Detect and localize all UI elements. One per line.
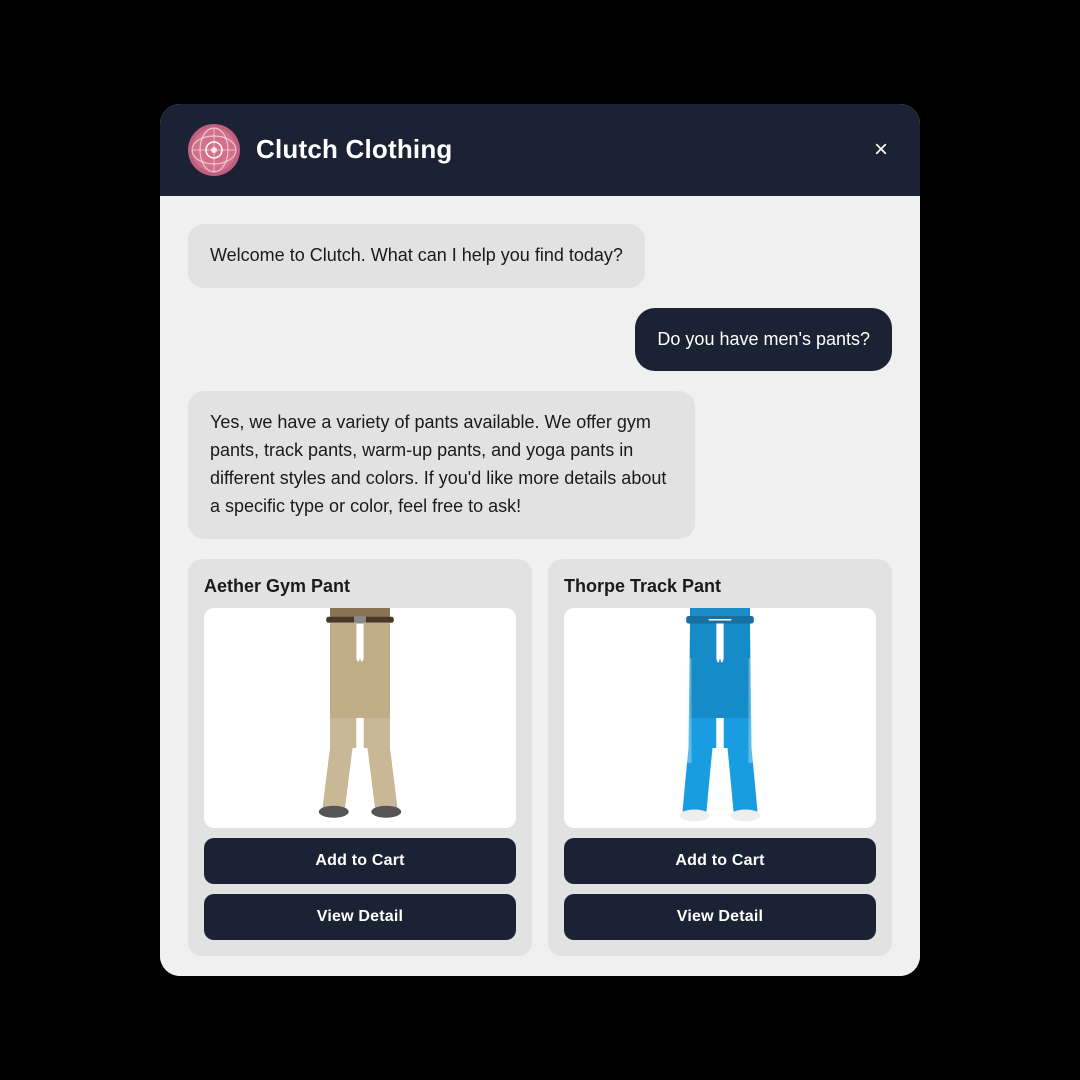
add-to-cart-aether[interactable]: Add to Cart xyxy=(204,838,516,884)
chat-header: Clutch Clothing × xyxy=(160,104,920,196)
chat-window: Clutch Clothing × Welcome to Clutch. Wha… xyxy=(160,104,920,977)
header-left: Clutch Clothing xyxy=(188,124,453,176)
product-image-aether xyxy=(204,608,516,828)
chat-body: Welcome to Clutch. What can I help you f… xyxy=(160,196,920,977)
view-detail-aether[interactable]: View Detail xyxy=(204,894,516,940)
product-image-thorpe xyxy=(564,608,876,828)
product-name-aether: Aether Gym Pant xyxy=(204,575,516,598)
product-card-thorpe: Thorpe Track Pant xyxy=(548,559,892,956)
close-button[interactable]: × xyxy=(870,134,892,166)
bot-message-welcome: Welcome to Clutch. What can I help you f… xyxy=(188,224,645,288)
brand-logo xyxy=(188,124,240,176)
add-to-cart-thorpe[interactable]: Add to Cart xyxy=(564,838,876,884)
products-row: Aether Gym Pant xyxy=(188,559,892,956)
brand-name: Clutch Clothing xyxy=(256,134,453,165)
user-message-query: Do you have men's pants? xyxy=(635,308,892,372)
product-name-thorpe: Thorpe Track Pant xyxy=(564,575,876,598)
bot-message-response: Yes, we have a variety of pants availabl… xyxy=(188,391,695,539)
view-detail-thorpe[interactable]: View Detail xyxy=(564,894,876,940)
product-card-aether: Aether Gym Pant xyxy=(188,559,532,956)
